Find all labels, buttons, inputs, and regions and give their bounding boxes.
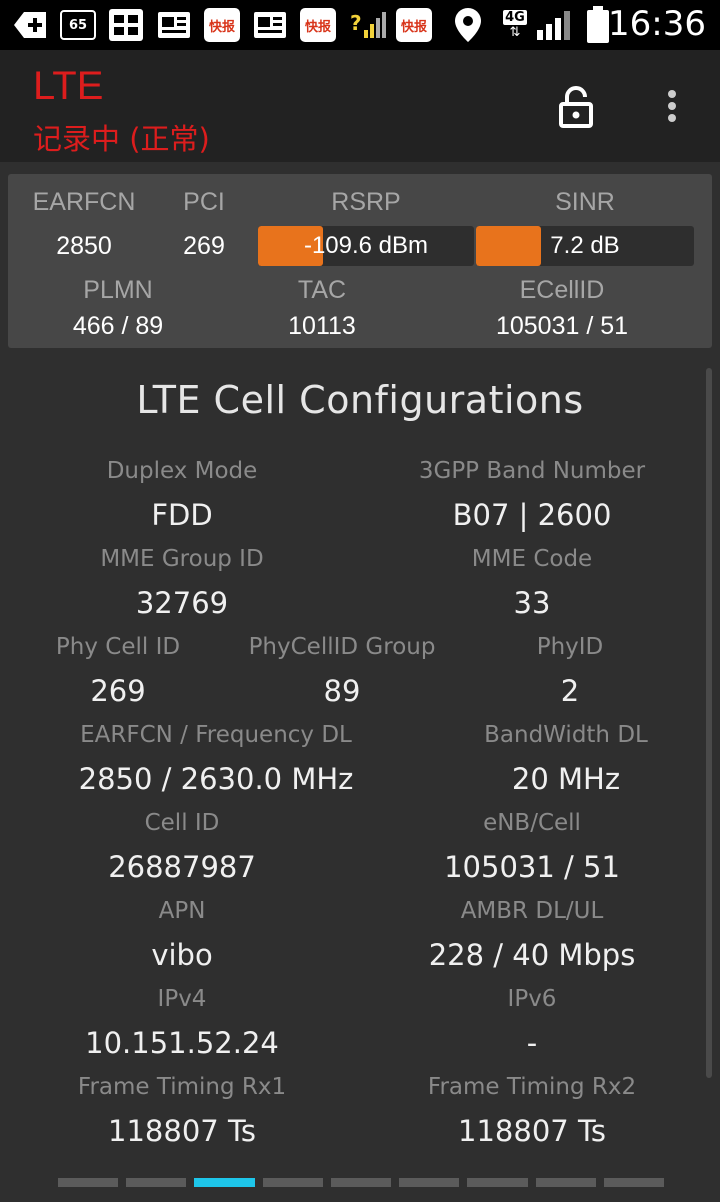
add-box-icon (12, 8, 48, 42)
earfcn-label: EARFCN (32, 188, 136, 216)
ipv6-value: - (526, 1026, 538, 1060)
phycellid-group-label: PhyCellID Group (248, 634, 436, 660)
enb-cell-label: eNB/Cell (483, 810, 581, 836)
ipv4-label: IPv4 (157, 986, 207, 1012)
app-title: LTE (33, 64, 104, 108)
earfcn-frequency-dl-value: 2850 / 2630.0 MHz (78, 762, 354, 796)
page-dot[interactable] (194, 1178, 255, 1187)
earfcn-value: 2850 (56, 232, 112, 260)
overflow-menu-button[interactable] (648, 86, 696, 134)
news-icon (156, 8, 192, 42)
ambr-value: 228 / 40 Mbps (428, 938, 636, 972)
duplex-mode-label: Duplex Mode (106, 458, 258, 484)
mms-icon (108, 8, 144, 42)
news-app-icon: 快报 (204, 8, 240, 42)
cell-id-value: 26887987 (108, 850, 256, 884)
app-bar: LTE 记录中 (正常) (0, 50, 720, 162)
frame-timing-rx2-value: 118807 Ts (458, 1114, 606, 1148)
plmn-label: PLMN (83, 276, 153, 304)
signal-bars-icon (536, 8, 576, 42)
page-dot[interactable] (399, 1178, 460, 1187)
recording-status: 记录中 (正常) (33, 122, 210, 156)
section-title: LTE Cell Configurations (136, 378, 584, 422)
apn-label: APN (158, 898, 206, 924)
duplex-mode-value: FDD (151, 498, 213, 532)
location-pin-icon (454, 8, 482, 42)
svg-text:?: ? (350, 11, 362, 35)
status-time: 16:36 (608, 4, 706, 44)
status-bar: 65 快报 快报 ? 快报 4G ⇅ 16:36 (0, 0, 720, 50)
news-app-icon: 快报 (300, 8, 336, 42)
ambr-label: AMBR DL/UL (460, 898, 604, 924)
lock-button[interactable] (552, 84, 600, 132)
cell-id-label: Cell ID (144, 810, 220, 836)
news-app-icon: 快报 (396, 8, 432, 42)
mme-group-id-value: 32769 (135, 586, 229, 620)
page-dot[interactable] (467, 1178, 528, 1187)
sinr-bar: 7.2 dB (476, 226, 694, 266)
frame-timing-rx1-label: Frame Timing Rx1 (77, 1074, 287, 1100)
bandwidth-dl-value: 20 MHz (511, 762, 621, 796)
bandwidth-dl-label: BandWidth DL (484, 722, 648, 748)
ecellid-label: ECellID (519, 276, 605, 304)
signal-summary-card: EARFCN PCI RSRP SINR 2850 269 -109.6 dBm… (8, 174, 712, 348)
phycellid-group-value: 89 (323, 674, 361, 708)
page-indicator (58, 1178, 664, 1188)
more-vert-icon (668, 90, 676, 122)
ecellid-value: 105031 / 51 (495, 312, 629, 340)
page-dot[interactable] (126, 1178, 187, 1187)
signal-question-icon: ? (350, 8, 386, 42)
page-dot[interactable] (535, 1178, 596, 1187)
phyid-label: PhyID (536, 634, 604, 660)
phyid-value: 2 (560, 674, 580, 708)
tac-label: TAC (297, 276, 347, 304)
pci-label: PCI (183, 188, 225, 216)
pci-value: 269 (183, 232, 225, 260)
page-dot[interactable] (330, 1178, 392, 1187)
sinr-label: SINR (555, 188, 615, 216)
rsrp-label: RSRP (331, 188, 401, 216)
page-dot[interactable] (58, 1178, 119, 1187)
enb-cell-value: 105031 / 51 (444, 850, 620, 884)
band-number-label: 3GPP Band Number (418, 458, 646, 484)
mme-code-value: 33 (513, 586, 551, 620)
network-label: 4G (503, 9, 527, 25)
frame-timing-rx2-label: Frame Timing Rx2 (427, 1074, 637, 1100)
scrollbar[interactable] (706, 368, 712, 1078)
phy-cell-id-value: 269 (90, 674, 146, 708)
lock-open-icon (559, 86, 593, 128)
plmn-value: 466 / 89 (72, 312, 164, 340)
page-dot[interactable] (603, 1178, 664, 1187)
page-dot[interactable] (262, 1178, 323, 1187)
phy-cell-id-label: Phy Cell ID (55, 634, 181, 660)
badge-65-icon: 65 (60, 10, 96, 40)
news-icon (252, 8, 288, 42)
tac-value: 10113 (288, 312, 356, 340)
battery-icon (586, 6, 610, 43)
rsrp-value: -109.6 dBm (303, 232, 429, 259)
band-number-value: B07 | 2600 (452, 498, 612, 532)
frame-timing-rx1-value: 118807 Ts (108, 1114, 256, 1148)
apn-value: vibo (151, 938, 213, 972)
mme-group-id-label: MME Group ID (100, 546, 264, 572)
rsrp-bar: -109.6 dBm (258, 226, 474, 266)
earfcn-frequency-dl-label: EARFCN / Frequency DL (80, 722, 352, 748)
network-4g-icon: 4G ⇅ (503, 9, 527, 40)
sinr-value: 7.2 dB (550, 232, 620, 259)
ipv4-value: 10.151.52.24 (85, 1026, 279, 1060)
mme-code-label: MME Code (471, 546, 593, 572)
ipv6-label: IPv6 (507, 986, 557, 1012)
